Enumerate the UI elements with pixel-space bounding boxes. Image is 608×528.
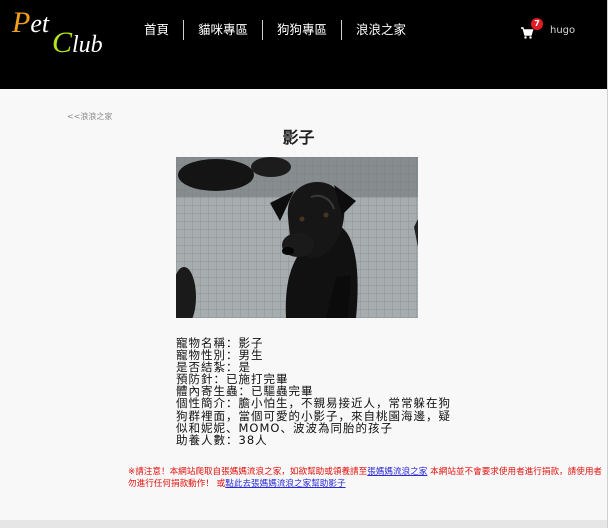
- pet-info: 寵物名稱：影子 寵物性別：男生 是否結紮：是 預防針：已施打完畢 體內寄生蟲：已…: [176, 337, 476, 446]
- pet-sponsors: 助養人數：38人: [176, 432, 268, 447]
- donation-warning: ※請注意！本網站爬取自張媽媽流浪之家，如欲幫助或領養請至張媽媽流浪之家 本網站並…: [128, 466, 608, 490]
- site-logo[interactable]: Pet Club: [12, 4, 103, 64]
- nav-home[interactable]: 首頁: [130, 20, 183, 40]
- page-title: 影子: [282, 128, 315, 147]
- black-dog-photo: [176, 157, 418, 318]
- help-pet-link[interactable]: 點此去張媽媽流浪之家幫助影子: [225, 479, 345, 489]
- pet-description-line: 個性簡介：膽小怕生，不親易接近人，常常躲在狗: [176, 396, 451, 411]
- nav-cats[interactable]: 貓咪專區: [184, 20, 262, 40]
- username[interactable]: hugo: [550, 25, 575, 36]
- nav-stray-home[interactable]: 浪浪之家: [342, 20, 420, 40]
- logo-letter-p: P: [12, 6, 31, 39]
- footer-strip: [0, 520, 607, 528]
- logo-letter-c: C: [52, 26, 73, 59]
- pet-description-line: 狗群裡面，當個可愛的小影子，來自桃園海邊，疑: [176, 408, 451, 423]
- shelter-link[interactable]: 張媽媽流浪之家: [367, 467, 427, 477]
- logo-text-et: et: [30, 9, 50, 38]
- logo-text-lub: lub: [72, 32, 103, 58]
- pet-detail-content: <<浪浪之家 影子 寵物名稱：影子 寵物性別：男生 是否結紮：是 預防針：已施打…: [0, 89, 607, 520]
- warning-text: ※請注意！本網站爬取自張媽媽流浪之家，如欲幫助或領養請至: [128, 467, 368, 477]
- nav-dogs[interactable]: 狗狗專區: [263, 20, 341, 40]
- cart-count-badge: 7: [531, 18, 543, 30]
- main-nav: 首頁 貓咪專區 狗狗專區 浪浪之家: [130, 20, 420, 40]
- pet-description-line: 似和妮妮、MOMO、波波為同胎的孩子: [176, 420, 393, 435]
- back-link[interactable]: <<浪浪之家: [67, 111, 112, 122]
- top-navbar: Pet Club 首頁 貓咪專區 狗狗專區 浪浪之家 7 hugo: [0, 0, 607, 89]
